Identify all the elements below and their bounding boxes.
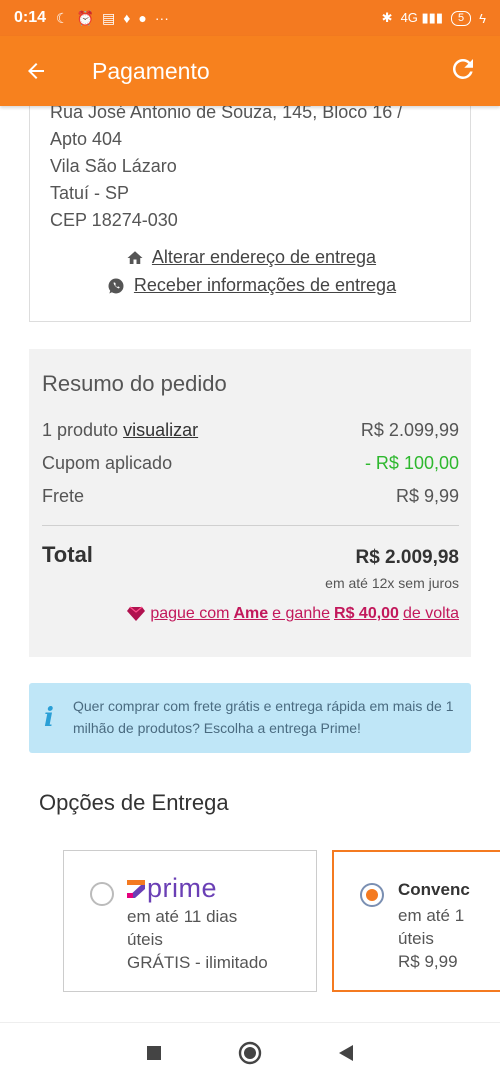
bluetooth-icon: ✱ bbox=[381, 10, 393, 25]
info-icon: i bbox=[44, 703, 54, 733]
alarm-icon: ⏰ bbox=[76, 9, 95, 26]
status-bar: 0:14 ☾ ⏰ ▤ ♦ ● ··· ✱ 4G ▮▮▮ 5 ϟ bbox=[0, 0, 500, 36]
app-bar: Pagamento bbox=[0, 36, 500, 106]
back-button[interactable] bbox=[0, 59, 72, 83]
app-icon: ● bbox=[138, 10, 147, 26]
back-triangle-icon[interactable] bbox=[338, 1044, 354, 1062]
delivery-option-prime[interactable]: prime em até 11 dias úteis GRÁTIS - ilim… bbox=[63, 850, 317, 992]
prime-logo: prime bbox=[127, 873, 217, 904]
address-line: CEP 18274-030 bbox=[50, 210, 178, 230]
battery-icon: 5 bbox=[450, 10, 472, 26]
news-icon: ▤ bbox=[102, 9, 116, 26]
refresh-button[interactable] bbox=[448, 54, 478, 89]
home-icon bbox=[127, 250, 143, 264]
total-label: Total bbox=[42, 542, 93, 567]
installments-text: em até 12x sem juros bbox=[325, 575, 459, 591]
delivery-options-title: Opções de Entrega bbox=[39, 790, 229, 815]
address-line: Tatuí - SP bbox=[50, 183, 130, 203]
shipping-row: Frete R$ 9,99 bbox=[42, 486, 459, 507]
conventional-option-name: Convenc bbox=[398, 880, 470, 899]
arrow-left-icon bbox=[28, 63, 44, 79]
status-time: 0:14 bbox=[14, 9, 47, 26]
prime-option-details: em até 11 dias úteis GRÁTIS - ilimitado bbox=[127, 907, 268, 972]
whatsapp-icon bbox=[108, 278, 124, 293]
more-icon: ··· bbox=[154, 10, 169, 26]
coupon-label: Cupom aplicado bbox=[42, 453, 173, 473]
address-card: Rua José Antonio de Souza, 145, Bloco 16… bbox=[29, 80, 471, 322]
delivery-info-link[interactable]: Receber informações de entrega bbox=[30, 275, 472, 296]
delivery-option-conventional[interactable]: Convenc em até 1 úteis R$ 9,99 bbox=[332, 850, 500, 992]
page-title: Pagamento bbox=[92, 57, 210, 84]
notification-icons: ☾ ⏰ ▤ ♦ ● ··· bbox=[56, 10, 169, 27]
summary-title: Resumo do pedido bbox=[42, 371, 227, 396]
info-text: Quer comprar com frete grátis e entrega … bbox=[73, 698, 454, 736]
products-row: 1 produto visualizar R$ 2.099,99 bbox=[42, 420, 459, 441]
summary-divider bbox=[42, 525, 459, 526]
coupon-row: Cupom aplicado - R$ 100,00 bbox=[42, 453, 459, 474]
total-value: R$ 2.009,98 bbox=[355, 547, 459, 568]
ame-icon: ♦ bbox=[123, 10, 131, 26]
recents-square-icon[interactable] bbox=[146, 1045, 162, 1061]
ame-heart-icon bbox=[127, 606, 146, 621]
change-address-link[interactable]: Alterar endereço de entrega bbox=[30, 247, 472, 268]
refresh-icon bbox=[452, 58, 473, 79]
products-label: 1 produto bbox=[42, 420, 119, 440]
radio-unselected[interactable] bbox=[90, 882, 114, 906]
shipping-value: R$ 9,99 bbox=[395, 486, 459, 506]
coupon-value: - R$ 100,00 bbox=[364, 453, 459, 473]
address-text: Rua José Antonio de Souza, 145, Bloco 16… bbox=[50, 99, 402, 234]
system-icons: ✱ 4G ▮▮▮ 5 ϟ bbox=[382, 10, 486, 26]
charging-icon: ϟ bbox=[479, 10, 486, 26]
shipping-label: Frete bbox=[42, 486, 85, 506]
home-circle-icon[interactable] bbox=[238, 1041, 262, 1065]
address-line: Vila São Lázaro bbox=[50, 156, 177, 176]
address-line: Apto 404 bbox=[50, 129, 123, 149]
radio-selected[interactable] bbox=[360, 883, 384, 907]
prime-info-banner[interactable]: i Quer comprar com frete grátis e entreg… bbox=[29, 683, 471, 753]
order-summary: Resumo do pedido 1 produto visualizar R$… bbox=[29, 349, 471, 657]
signal-icon: 4G ▮▮▮ bbox=[400, 10, 443, 25]
moon-icon: ☾ bbox=[56, 9, 69, 26]
products-value: R$ 2.099,99 bbox=[360, 420, 459, 440]
system-nav-bar bbox=[0, 1022, 500, 1082]
ame-cashback-link[interactable]: pague com Ame e ganhe R$ 40,00 de volta bbox=[126, 605, 459, 623]
prime-logo-icon bbox=[127, 879, 145, 898]
conventional-option-details: em até 1 úteis R$ 9,99 bbox=[398, 906, 465, 971]
view-products-link[interactable]: visualizar bbox=[123, 420, 198, 440]
